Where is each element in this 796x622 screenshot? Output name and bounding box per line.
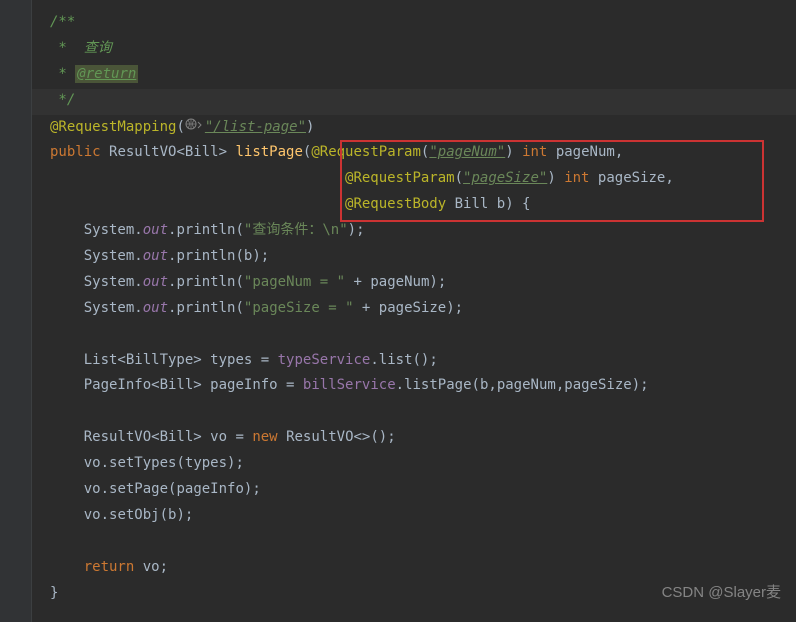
pageinfo-type: PageInfo<Bill> <box>84 377 202 393</box>
return-vo: vo <box>143 559 160 575</box>
request-param-2: @RequestParam <box>345 170 455 186</box>
param3-name: b <box>497 196 505 212</box>
new-keyword: new <box>252 429 277 445</box>
system-2: System <box>84 248 135 264</box>
web-icon[interactable] <box>185 114 203 140</box>
vo-2: vo <box>84 481 101 497</box>
return-keyword: return <box>84 559 135 575</box>
var-ps-1: pageSize <box>379 300 446 316</box>
arg-ps: pageSize <box>564 377 631 393</box>
javadoc-return-tag: @return <box>75 65 138 83</box>
types-arg: types <box>185 455 227 471</box>
plus-1: + <box>345 274 370 290</box>
param2-string: "pageSize" <box>463 170 547 186</box>
param2-name: pageSize <box>598 170 665 186</box>
code-editor[interactable]: /** * 查询 * @return */ @RequestMapping("/… <box>0 0 796 606</box>
javadoc-line2-prefix: * <box>50 66 75 82</box>
param1-name: pageNum <box>556 144 615 160</box>
bill-service: billService <box>303 377 396 393</box>
gutter <box>0 0 32 622</box>
method-name: listPage <box>235 144 302 160</box>
javadoc-open: /** <box>50 14 75 30</box>
watermark: CSDN @Slayer麦 <box>662 579 781 607</box>
out-1: out <box>143 222 168 238</box>
list-method: list <box>379 352 413 368</box>
str-ps: "pageSize = " <box>244 300 354 316</box>
listpage-method: listPage <box>404 377 471 393</box>
request-body: @RequestBody <box>345 196 446 212</box>
set-obj: setObj <box>109 507 160 523</box>
set-types: setTypes <box>109 455 176 471</box>
system-4: System <box>84 300 135 316</box>
var-pn-1: pageNum <box>370 274 429 290</box>
set-page: setPage <box>109 481 168 497</box>
system-1: System <box>84 222 135 238</box>
println-3: println <box>176 274 235 290</box>
result-type: ResultVO<Bill> <box>84 429 202 445</box>
result-ctor: ResultVO<> <box>286 429 370 445</box>
type-service: typeService <box>278 352 371 368</box>
println-1: println <box>176 222 235 238</box>
vo-3: vo <box>84 507 101 523</box>
vo-var: vo <box>210 429 227 445</box>
param3-type: Bill <box>455 196 489 212</box>
request-param-1: @RequestParam <box>311 144 421 160</box>
int-2: int <box>564 170 589 186</box>
request-mapping-annotation: @RequestMapping <box>50 119 176 135</box>
out-2: out <box>143 248 168 264</box>
list-type: List<BillType> <box>84 352 202 368</box>
println-2: println <box>176 248 235 264</box>
out-4: out <box>143 300 168 316</box>
str-pn: "pageNum = " <box>244 274 345 290</box>
param1-string: "pageNum" <box>429 144 505 160</box>
javadoc-close: */ <box>50 92 75 108</box>
str-query: "查询条件：\n" <box>244 222 348 238</box>
var-b-1: b <box>244 248 252 264</box>
pageinfo-arg: pageInfo <box>176 481 243 497</box>
arg-pn: pageNum <box>497 377 556 393</box>
types-var: types <box>210 352 252 368</box>
pageinfo-var: pageInfo <box>210 377 277 393</box>
public-keyword: public <box>50 144 101 160</box>
int-1: int <box>522 144 547 160</box>
return-type: ResultVO<Bill> <box>109 144 227 160</box>
arg-b: b <box>480 377 488 393</box>
vo-1: vo <box>84 455 101 471</box>
javadoc-line1: * 查询 <box>50 40 112 56</box>
mapping-url[interactable]: "/list-page" <box>205 119 306 135</box>
system-3: System <box>84 274 135 290</box>
println-4: println <box>176 300 235 316</box>
b-arg: b <box>168 507 176 523</box>
plus-2: + <box>354 300 379 316</box>
out-3: out <box>143 274 168 290</box>
